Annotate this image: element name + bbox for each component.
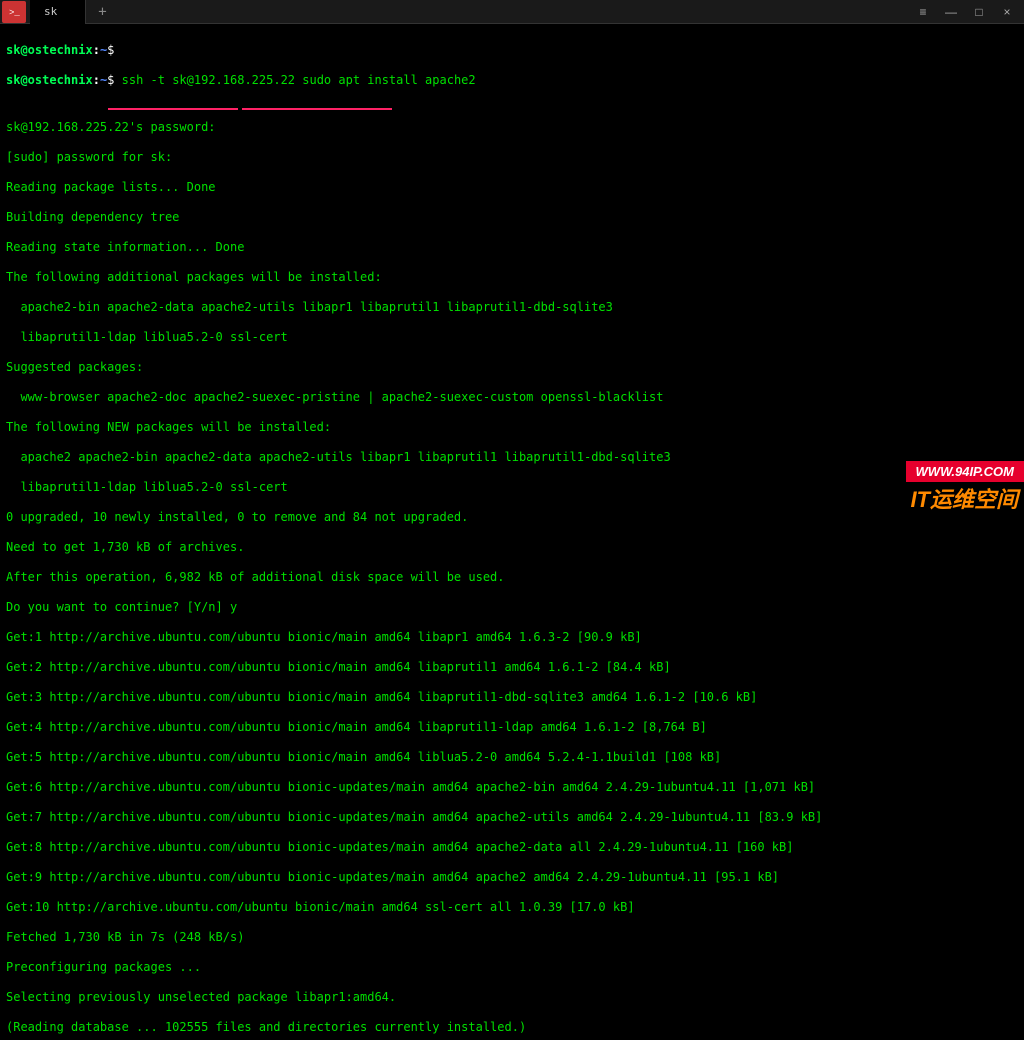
underline-annotation: [6, 103, 1018, 118]
output-line: apache2-bin apache2-data apache2-utils l…: [6, 300, 1018, 315]
watermark: WWW.94IP.COM IT运维空间: [906, 461, 1024, 514]
output-line: Get:10 http://archive.ubuntu.com/ubuntu …: [6, 900, 1018, 915]
output-line: Building dependency tree: [6, 210, 1018, 225]
output-line: Do you want to continue? [Y/n] y: [6, 600, 1018, 615]
output-line: Get:9 http://archive.ubuntu.com/ubuntu b…: [6, 870, 1018, 885]
terminal-output[interactable]: sk@ostechnix:~$ sk@ostechnix:~$ ssh -t s…: [0, 24, 1024, 1040]
output-line: Reading package lists... Done: [6, 180, 1018, 195]
output-line: [sudo] password for sk:: [6, 150, 1018, 165]
output-line: sk@192.168.225.22's password:: [6, 120, 1018, 135]
maximize-button[interactable]: □: [972, 5, 986, 19]
prompt-sep: :: [93, 43, 100, 57]
output-line: Need to get 1,730 kB of archives.: [6, 540, 1018, 555]
output-line: Get:1 http://archive.ubuntu.com/ubuntu b…: [6, 630, 1018, 645]
prompt-dollar: $: [107, 73, 121, 87]
titlebar-left: >_ sk +: [0, 0, 119, 24]
output-line: apache2 apache2-bin apache2-data apache2…: [6, 450, 1018, 465]
output-line: After this operation, 6,982 kB of additi…: [6, 570, 1018, 585]
output-line: Get:4 http://archive.ubuntu.com/ubuntu b…: [6, 720, 1018, 735]
window-controls: ≡ — □ ×: [916, 5, 1024, 19]
hamburger-menu-icon[interactable]: ≡: [916, 5, 930, 19]
output-line: Reading state information... Done: [6, 240, 1018, 255]
terminal-tab[interactable]: sk: [30, 0, 86, 24]
prompt-line-command: sk@ostechnix:~$ ssh -t sk@192.168.225.22…: [6, 73, 1018, 88]
output-line: 0 upgraded, 10 newly installed, 0 to rem…: [6, 510, 1018, 525]
output-line: Get:8 http://archive.ubuntu.com/ubuntu b…: [6, 840, 1018, 855]
output-line: Selecting previously unselected package …: [6, 990, 1018, 1005]
watermark-url: WWW.94IP.COM: [906, 461, 1024, 482]
close-button[interactable]: ×: [1000, 5, 1014, 19]
prompt-user: sk@ostechnix: [6, 43, 93, 57]
underline-highlight-1: [108, 108, 238, 110]
prompt-dollar: $: [107, 43, 114, 57]
tab-label: sk: [44, 5, 57, 18]
watermark-text: IT运维空间: [906, 482, 1024, 514]
output-line: The following NEW packages will be insta…: [6, 420, 1018, 435]
output-line: The following additional packages will b…: [6, 270, 1018, 285]
output-line: libaprutil1-ldap liblua5.2-0 ssl-cert: [6, 330, 1018, 345]
output-line: libaprutil1-ldap liblua5.2-0 ssl-cert: [6, 480, 1018, 495]
add-tab-button[interactable]: +: [86, 4, 118, 20]
titlebar: >_ sk + ≡ — □ ×: [0, 0, 1024, 24]
svg-text:>_: >_: [9, 8, 20, 18]
output-line: Get:6 http://archive.ubuntu.com/ubuntu b…: [6, 780, 1018, 795]
output-line: Get:2 http://archive.ubuntu.com/ubuntu b…: [6, 660, 1018, 675]
output-line: Suggested packages:: [6, 360, 1018, 375]
typed-command: ssh -t sk@192.168.225.22 sudo apt instal…: [122, 73, 476, 87]
output-line: Get:3 http://archive.ubuntu.com/ubuntu b…: [6, 690, 1018, 705]
underline-highlight-2: [242, 108, 392, 110]
output-line: Get:7 http://archive.ubuntu.com/ubuntu b…: [6, 810, 1018, 825]
minimize-button[interactable]: —: [944, 5, 958, 19]
plus-icon: +: [98, 4, 106, 20]
prompt-line-empty: sk@ostechnix:~$: [6, 43, 1018, 58]
output-line: Fetched 1,730 kB in 7s (248 kB/s): [6, 930, 1018, 945]
prompt-sep: :: [93, 73, 100, 87]
output-line: (Reading database ... 102555 files and d…: [6, 1020, 1018, 1035]
prompt-user: sk@ostechnix: [6, 73, 93, 87]
output-line: Preconfiguring packages ...: [6, 960, 1018, 975]
output-line: Get:5 http://archive.ubuntu.com/ubuntu b…: [6, 750, 1018, 765]
terminal-app-icon[interactable]: >_: [2, 1, 26, 23]
output-line: www-browser apache2-doc apache2-suexec-p…: [6, 390, 1018, 405]
